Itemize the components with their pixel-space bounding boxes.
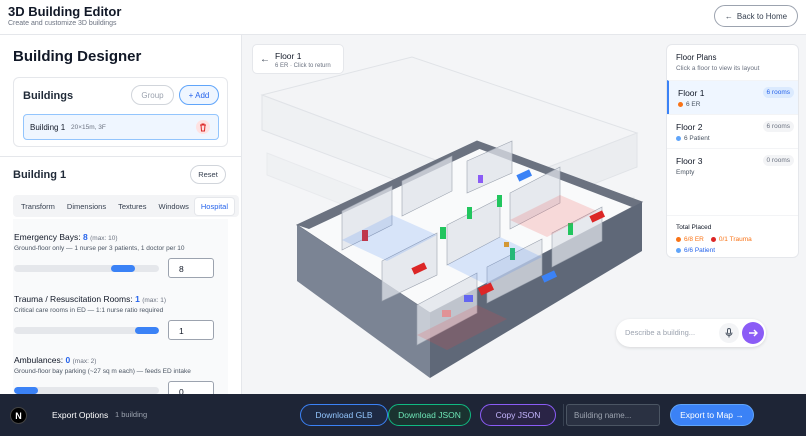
field-description: Ground-floor only — 1 nurse per 3 patien…	[14, 245, 185, 252]
trauma-dot-icon	[710, 237, 716, 242]
slider-fill	[135, 327, 159, 334]
group-button[interactable]: Group	[131, 85, 174, 105]
floor-plans-subtitle: Click a floor to view its layout	[676, 65, 760, 72]
export-footer: N Export Options 1 building Download GLB…	[0, 394, 806, 436]
floor-detail: 6 ER	[686, 101, 701, 108]
er-dot-icon	[676, 237, 681, 242]
emergency-bays-field: Emergency Bays: 8 (max: 10) Ground-floor…	[14, 232, 224, 252]
floor-detail: Empty	[676, 169, 695, 176]
floor-detail: 6 Patient	[684, 135, 710, 142]
floor-name: Floor 3	[676, 156, 703, 166]
settings-tabs: Transform Dimensions Textures Windows Ho…	[13, 195, 239, 217]
footer-divider	[563, 404, 564, 426]
slider-fill	[111, 265, 135, 272]
buildings-card: Buildings Group + Add Building 1 20×15m,…	[13, 77, 228, 147]
tab-windows[interactable]: Windows	[152, 198, 194, 215]
floor-row-3[interactable]: Floor 3 0 rooms Empty	[667, 148, 798, 182]
field-title: Ambulances:	[14, 355, 64, 365]
slider-fill	[14, 387, 38, 394]
tab-dimensions[interactable]: Dimensions	[61, 198, 112, 215]
floor-row-2[interactable]: Floor 2 6 rooms 6 Patient	[667, 114, 798, 148]
emergency-bays-slider[interactable]	[14, 265, 159, 272]
floor-plans-panel: Floor Plans Click a floor to view its la…	[666, 44, 799, 258]
tab-transform[interactable]: Transform	[15, 198, 61, 215]
floor-plans-title: Floor Plans	[676, 53, 717, 62]
floor-room-count: 0 rooms	[762, 155, 794, 166]
download-json-button[interactable]: Download JSON	[388, 404, 471, 426]
patient-dot-icon	[676, 136, 681, 141]
delete-building-button[interactable]	[196, 120, 210, 134]
describe-building-input[interactable]	[625, 328, 725, 337]
patient-dot-icon	[676, 248, 681, 253]
field-title: Trauma / Resuscitation Rooms:	[14, 294, 133, 304]
export-options-label: Export Options	[52, 410, 109, 420]
arrow-right-icon	[749, 329, 758, 337]
panel-divider	[667, 215, 798, 216]
left-panel: Building Designer Buildings Group + Add …	[0, 35, 242, 394]
ambulances-field: Ambulances: 0 (max: 2) Ground-floor bay …	[14, 355, 224, 375]
buildings-label: Buildings	[23, 90, 74, 102]
floor-name: Floor 1	[678, 88, 705, 98]
app-header: 3D Building Editor Create and customize …	[0, 0, 806, 35]
building-settings-title: Building 1	[13, 169, 67, 181]
trauma-rooms-slider[interactable]	[14, 327, 159, 334]
section-divider	[0, 156, 241, 157]
field-max: (max: 2)	[72, 358, 97, 365]
tab-hospital[interactable]: Hospital	[194, 197, 234, 215]
back-to-home-button[interactable]: ← Back to Home	[714, 5, 798, 27]
total-er: 6/8 ER	[684, 236, 704, 243]
floor-room-count: 6 rooms	[762, 121, 794, 132]
building-item-meta: 20×15m, 3F	[71, 124, 106, 131]
tab-textures[interactable]: Textures	[112, 198, 152, 215]
trauma-rooms-field: Trauma / Resuscitation Rooms: 1 (max: 1)…	[14, 294, 224, 314]
microphone-icon	[725, 328, 733, 338]
3d-viewport[interactable]: ← Floor 1 6 ER · Click to return Floor P…	[242, 35, 806, 394]
floor-row-1[interactable]: Floor 1 6 rooms 6 ER	[667, 80, 798, 114]
app-title: 3D Building Editor	[8, 4, 122, 19]
field-max: (max: 1)	[142, 297, 167, 304]
total-patient: 6/6 Patient	[684, 247, 716, 254]
field-description: Critical care rooms in ED — 1:1 nurse ra…	[14, 307, 164, 314]
building-count: 1 building	[115, 410, 148, 419]
floor-chip-title: Floor 1	[275, 51, 302, 61]
field-value: 8	[83, 232, 88, 242]
back-button-label: Back to Home	[736, 11, 788, 21]
arrow-left-icon: ←	[260, 54, 270, 65]
building-name-input[interactable]	[566, 404, 660, 426]
building-item-name: Building 1	[30, 123, 66, 132]
building-list-item[interactable]: Building 1 20×15m, 3F	[23, 114, 219, 140]
send-button[interactable]	[742, 322, 764, 344]
field-value: 1	[135, 294, 140, 304]
field-description: Ground-floor bay parking (~27 sq m each)…	[14, 368, 191, 375]
microphone-button[interactable]	[719, 323, 739, 343]
field-max: (max: 10)	[90, 235, 118, 242]
field-value: 0	[65, 355, 71, 365]
app-subtitle: Create and customize 3D buildings	[8, 20, 117, 27]
total-placed-label: Total Placed	[676, 224, 712, 231]
reset-button[interactable]: Reset	[190, 165, 226, 184]
total-trauma: 0/1 Trauma	[718, 236, 752, 243]
arrow-left-icon: ←	[724, 11, 733, 21]
floor-name: Floor 2	[676, 122, 703, 132]
floor-chip-subtitle: 6 ER · Click to return	[275, 63, 331, 69]
trauma-rooms-input[interactable]: 1	[168, 320, 214, 340]
designer-title: Building Designer	[13, 48, 142, 65]
ambulances-slider[interactable]	[14, 387, 159, 394]
download-glb-button[interactable]: Download GLB	[300, 404, 388, 426]
field-title: Emergency Bays:	[14, 232, 81, 242]
er-dot-icon	[678, 102, 683, 107]
ambulances-input[interactable]: 0	[168, 381, 214, 394]
export-to-map-button[interactable]: Export to Map →	[670, 404, 754, 426]
copy-json-button[interactable]: Copy JSON	[480, 404, 556, 426]
trash-icon	[200, 123, 206, 131]
emergency-bays-input[interactable]: 8	[168, 258, 214, 278]
add-building-button[interactable]: + Add	[179, 85, 219, 105]
app-logo: N	[10, 407, 27, 424]
current-floor-chip[interactable]: ← Floor 1 6 ER · Click to return	[252, 44, 344, 74]
floor-room-count: 6 rooms	[762, 87, 794, 98]
